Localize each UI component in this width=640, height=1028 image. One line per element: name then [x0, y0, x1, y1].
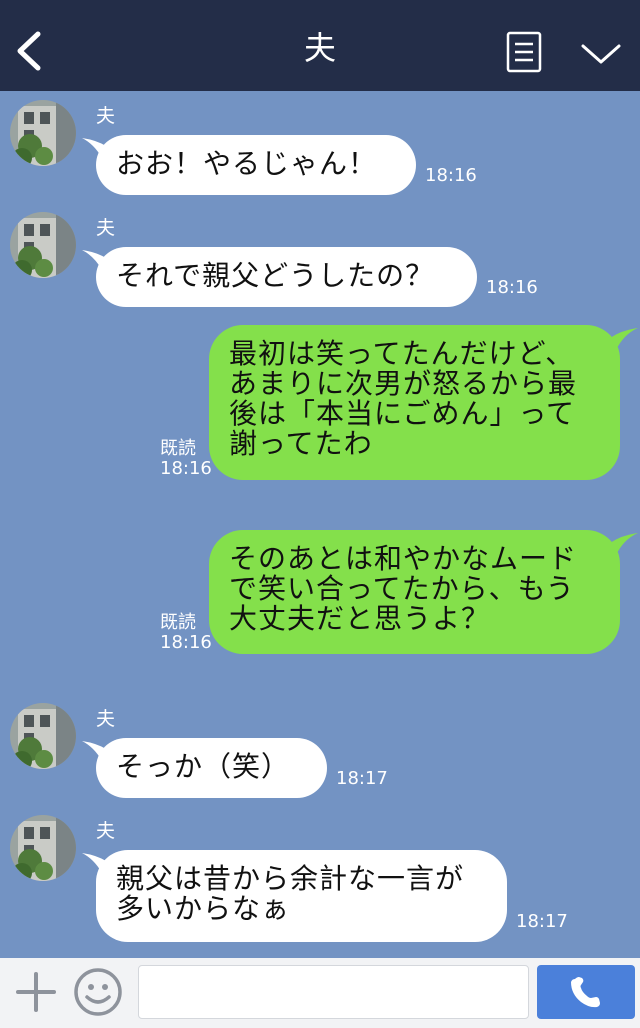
plus-icon[interactable] — [14, 970, 58, 1014]
smiley-icon[interactable] — [73, 967, 123, 1017]
message-time: 18:16 — [425, 165, 477, 186]
building-photo-icon — [10, 815, 76, 881]
chevron-down-icon[interactable] — [580, 40, 622, 68]
bubble-tail — [610, 328, 638, 350]
bubble-tail — [610, 533, 638, 555]
message-bubble-in[interactable]: おお！やるじゃん！ — [96, 135, 416, 195]
message-bubble-in[interactable]: そっか（笑） — [96, 738, 327, 798]
message-input-bar — [0, 958, 640, 1028]
message-time: 18:17 — [516, 911, 568, 932]
read-receipt: 既読 — [160, 438, 196, 459]
avatar[interactable] — [10, 212, 76, 278]
call-button[interactable] — [537, 965, 635, 1019]
phone-icon — [571, 977, 600, 1008]
message-input[interactable] — [138, 965, 529, 1019]
message-time: 18:16 — [160, 632, 212, 653]
sender-name: 夫 — [96, 820, 116, 842]
message-time: 18:16 — [486, 277, 538, 298]
building-photo-icon — [10, 212, 76, 278]
chat-area[interactable]: 夫 おお！やるじゃん！ 18:16 夫 それで親父どうしたの？ 18:16 既読… — [0, 91, 640, 958]
sender-name: 夫 — [96, 708, 116, 730]
avatar[interactable] — [10, 100, 76, 166]
avatar[interactable] — [10, 703, 76, 769]
menu-list-icon[interactable] — [506, 31, 542, 73]
avatar[interactable] — [10, 815, 76, 881]
chat-title: 夫 — [303, 29, 336, 67]
read-receipt: 既読 — [160, 612, 196, 633]
message-bubble-out[interactable]: 最初は笑ってたんだけど、 あまりに次男が怒るから最 後は「本当にごめん」って 謝… — [209, 325, 620, 480]
message-bubble-in[interactable]: 親父は昔から余計な一言が 多いからなぁ — [96, 850, 507, 942]
message-bubble-in[interactable]: それで親父どうしたの？ — [96, 247, 477, 307]
message-bubble-out[interactable]: そのあとは和やかなムード で笑い合ってたから、もう 大丈夫だと思うよ？ — [209, 530, 620, 654]
sender-name: 夫 — [96, 217, 116, 239]
building-photo-icon — [10, 703, 76, 769]
chat-header: 夫 — [0, 0, 640, 91]
message-time: 18:17 — [336, 768, 388, 789]
building-photo-icon — [10, 100, 76, 166]
message-time: 18:16 — [160, 458, 212, 479]
sender-name: 夫 — [96, 105, 116, 127]
